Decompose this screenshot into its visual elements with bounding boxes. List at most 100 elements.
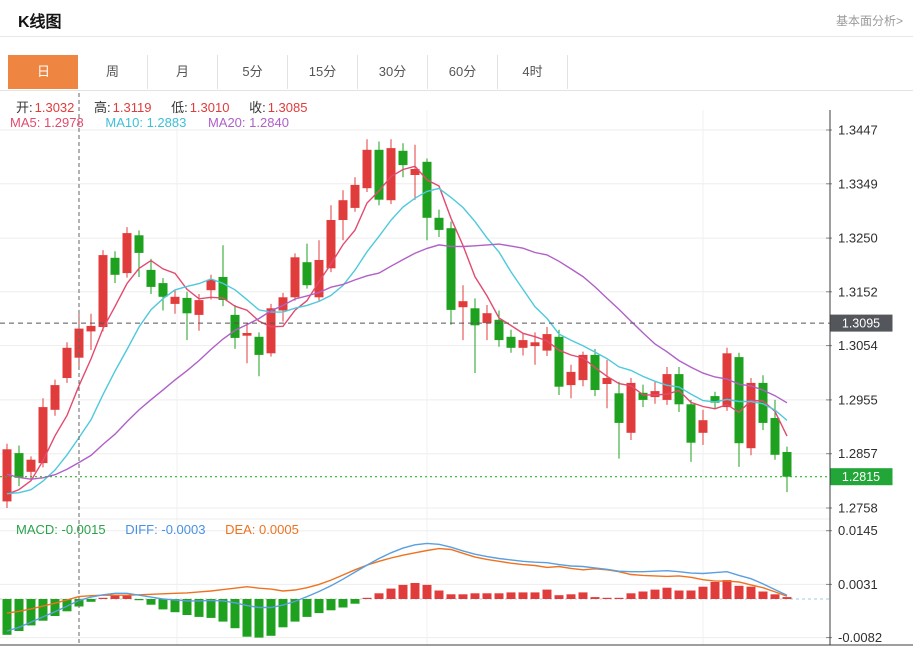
price-axis-label: 1.2857 bbox=[838, 446, 878, 461]
ma20-readout: MA20: 1.2840 bbox=[207, 115, 289, 130]
macd-bar bbox=[638, 591, 648, 599]
candle[interactable] bbox=[698, 420, 708, 433]
macd-bar bbox=[386, 588, 396, 599]
candle[interactable] bbox=[398, 150, 408, 166]
period-tab-bar: 日 周 月 5分 15分 30分 60分 4时 bbox=[0, 55, 913, 91]
candle[interactable] bbox=[506, 336, 516, 348]
ma20-line bbox=[6, 243, 788, 480]
candle[interactable] bbox=[350, 184, 360, 208]
candle[interactable] bbox=[446, 228, 456, 310]
close-label: 收: bbox=[249, 100, 266, 115]
candle[interactable] bbox=[782, 452, 792, 477]
macd-bar bbox=[374, 593, 384, 599]
tab-5min[interactable]: 5分 bbox=[218, 55, 288, 89]
dea-value-readout: DEA: 0.0005 bbox=[225, 522, 299, 537]
candle[interactable] bbox=[626, 382, 636, 433]
tab-4hour[interactable]: 4时 bbox=[498, 55, 568, 89]
candle[interactable] bbox=[326, 220, 336, 269]
macd-bar bbox=[578, 592, 588, 599]
macd-bar bbox=[98, 597, 108, 599]
macd-bar bbox=[758, 591, 768, 599]
macd-bar bbox=[674, 590, 684, 599]
candle[interactable] bbox=[110, 257, 120, 275]
macd-bar bbox=[362, 597, 372, 599]
candle[interactable] bbox=[266, 308, 276, 354]
macd-bar bbox=[698, 586, 708, 599]
candle[interactable] bbox=[230, 314, 240, 338]
candle[interactable] bbox=[122, 233, 132, 274]
macd-bar bbox=[722, 580, 732, 599]
candle[interactable] bbox=[146, 269, 156, 287]
macd-bar bbox=[266, 599, 276, 636]
candle[interactable] bbox=[482, 313, 492, 324]
tab-week[interactable]: 周 bbox=[78, 55, 148, 89]
candle[interactable] bbox=[242, 333, 252, 336]
macd-axis-label: -0.0082 bbox=[838, 630, 882, 645]
candle[interactable] bbox=[206, 279, 216, 291]
tab-day[interactable]: 日 bbox=[8, 55, 79, 89]
candle[interactable] bbox=[566, 371, 576, 386]
macd-readout: MACD: -0.0015 DIFF: -0.0003 DEA: 0.0005 bbox=[16, 522, 315, 537]
candle[interactable] bbox=[374, 149, 384, 200]
macd-bar bbox=[86, 599, 96, 602]
crosshair-price-badge: 1.3095 bbox=[830, 314, 893, 332]
candle[interactable] bbox=[158, 283, 168, 297]
candle[interactable] bbox=[434, 217, 444, 230]
macd-bar bbox=[410, 583, 420, 599]
tab-15min[interactable]: 15分 bbox=[288, 55, 358, 89]
candle[interactable] bbox=[50, 385, 60, 410]
candle[interactable] bbox=[542, 334, 552, 351]
macd-bar bbox=[254, 599, 264, 638]
candle[interactable] bbox=[638, 392, 648, 400]
candle[interactable] bbox=[218, 277, 228, 300]
fundamental-analysis-link[interactable]: 基本面分析> bbox=[836, 12, 903, 29]
candle[interactable] bbox=[14, 453, 24, 478]
tab-month[interactable]: 月 bbox=[148, 55, 218, 89]
candle[interactable] bbox=[530, 342, 540, 347]
candle[interactable] bbox=[590, 354, 600, 390]
candle[interactable] bbox=[62, 347, 72, 378]
candle[interactable] bbox=[290, 257, 300, 298]
macd-bar bbox=[662, 587, 672, 599]
candle[interactable] bbox=[458, 301, 468, 308]
candle[interactable] bbox=[686, 404, 696, 443]
candle[interactable] bbox=[554, 336, 564, 387]
macd-bar bbox=[710, 582, 720, 599]
candle[interactable] bbox=[422, 161, 432, 218]
macd-bar bbox=[206, 599, 216, 618]
candle[interactable] bbox=[26, 459, 36, 472]
candle[interactable] bbox=[254, 336, 264, 355]
macd-bar bbox=[350, 599, 360, 604]
page-title: K线图 bbox=[18, 14, 62, 31]
candle[interactable] bbox=[170, 296, 180, 304]
candle[interactable] bbox=[518, 340, 528, 348]
macd-bar bbox=[506, 592, 516, 599]
candle[interactable] bbox=[662, 374, 672, 400]
tab-60min[interactable]: 60分 bbox=[428, 55, 498, 89]
price-axis-label: 1.3054 bbox=[838, 338, 878, 353]
kline-widget: K线图 基本面分析> 日 周 月 5分 15分 30分 60分 4时 开: 1.3… bbox=[0, 0, 913, 652]
candle[interactable] bbox=[98, 255, 108, 327]
macd-bar bbox=[566, 594, 576, 599]
candle[interactable] bbox=[746, 382, 756, 449]
candle[interactable] bbox=[338, 200, 348, 220]
price-axis-label: 1.3349 bbox=[838, 176, 878, 191]
candle[interactable] bbox=[182, 297, 192, 314]
candle[interactable] bbox=[362, 149, 372, 189]
tab-30min[interactable]: 30分 bbox=[358, 55, 428, 89]
candle[interactable] bbox=[770, 418, 780, 455]
candle[interactable] bbox=[302, 262, 312, 286]
candle[interactable] bbox=[614, 393, 624, 423]
ohlc-readout: 开: 1.3032 高: 1.3119 低: 1.3010 收: 1.3085 bbox=[16, 97, 323, 116]
macd-bar bbox=[422, 584, 432, 599]
candles[interactable] bbox=[2, 139, 792, 508]
candle[interactable] bbox=[86, 325, 96, 332]
candle[interactable] bbox=[194, 300, 204, 315]
ma10-readout: MA10: 1.2883 bbox=[105, 115, 187, 130]
ma-readout: MA5: 1.2978 MA10: 1.2883 MA20: 1.2840 bbox=[10, 115, 307, 130]
macd-bar bbox=[434, 590, 444, 599]
candle[interactable] bbox=[734, 357, 744, 444]
macd-bar bbox=[590, 597, 600, 599]
candle[interactable] bbox=[134, 235, 144, 253]
close-value: 1.3085 bbox=[267, 100, 308, 115]
